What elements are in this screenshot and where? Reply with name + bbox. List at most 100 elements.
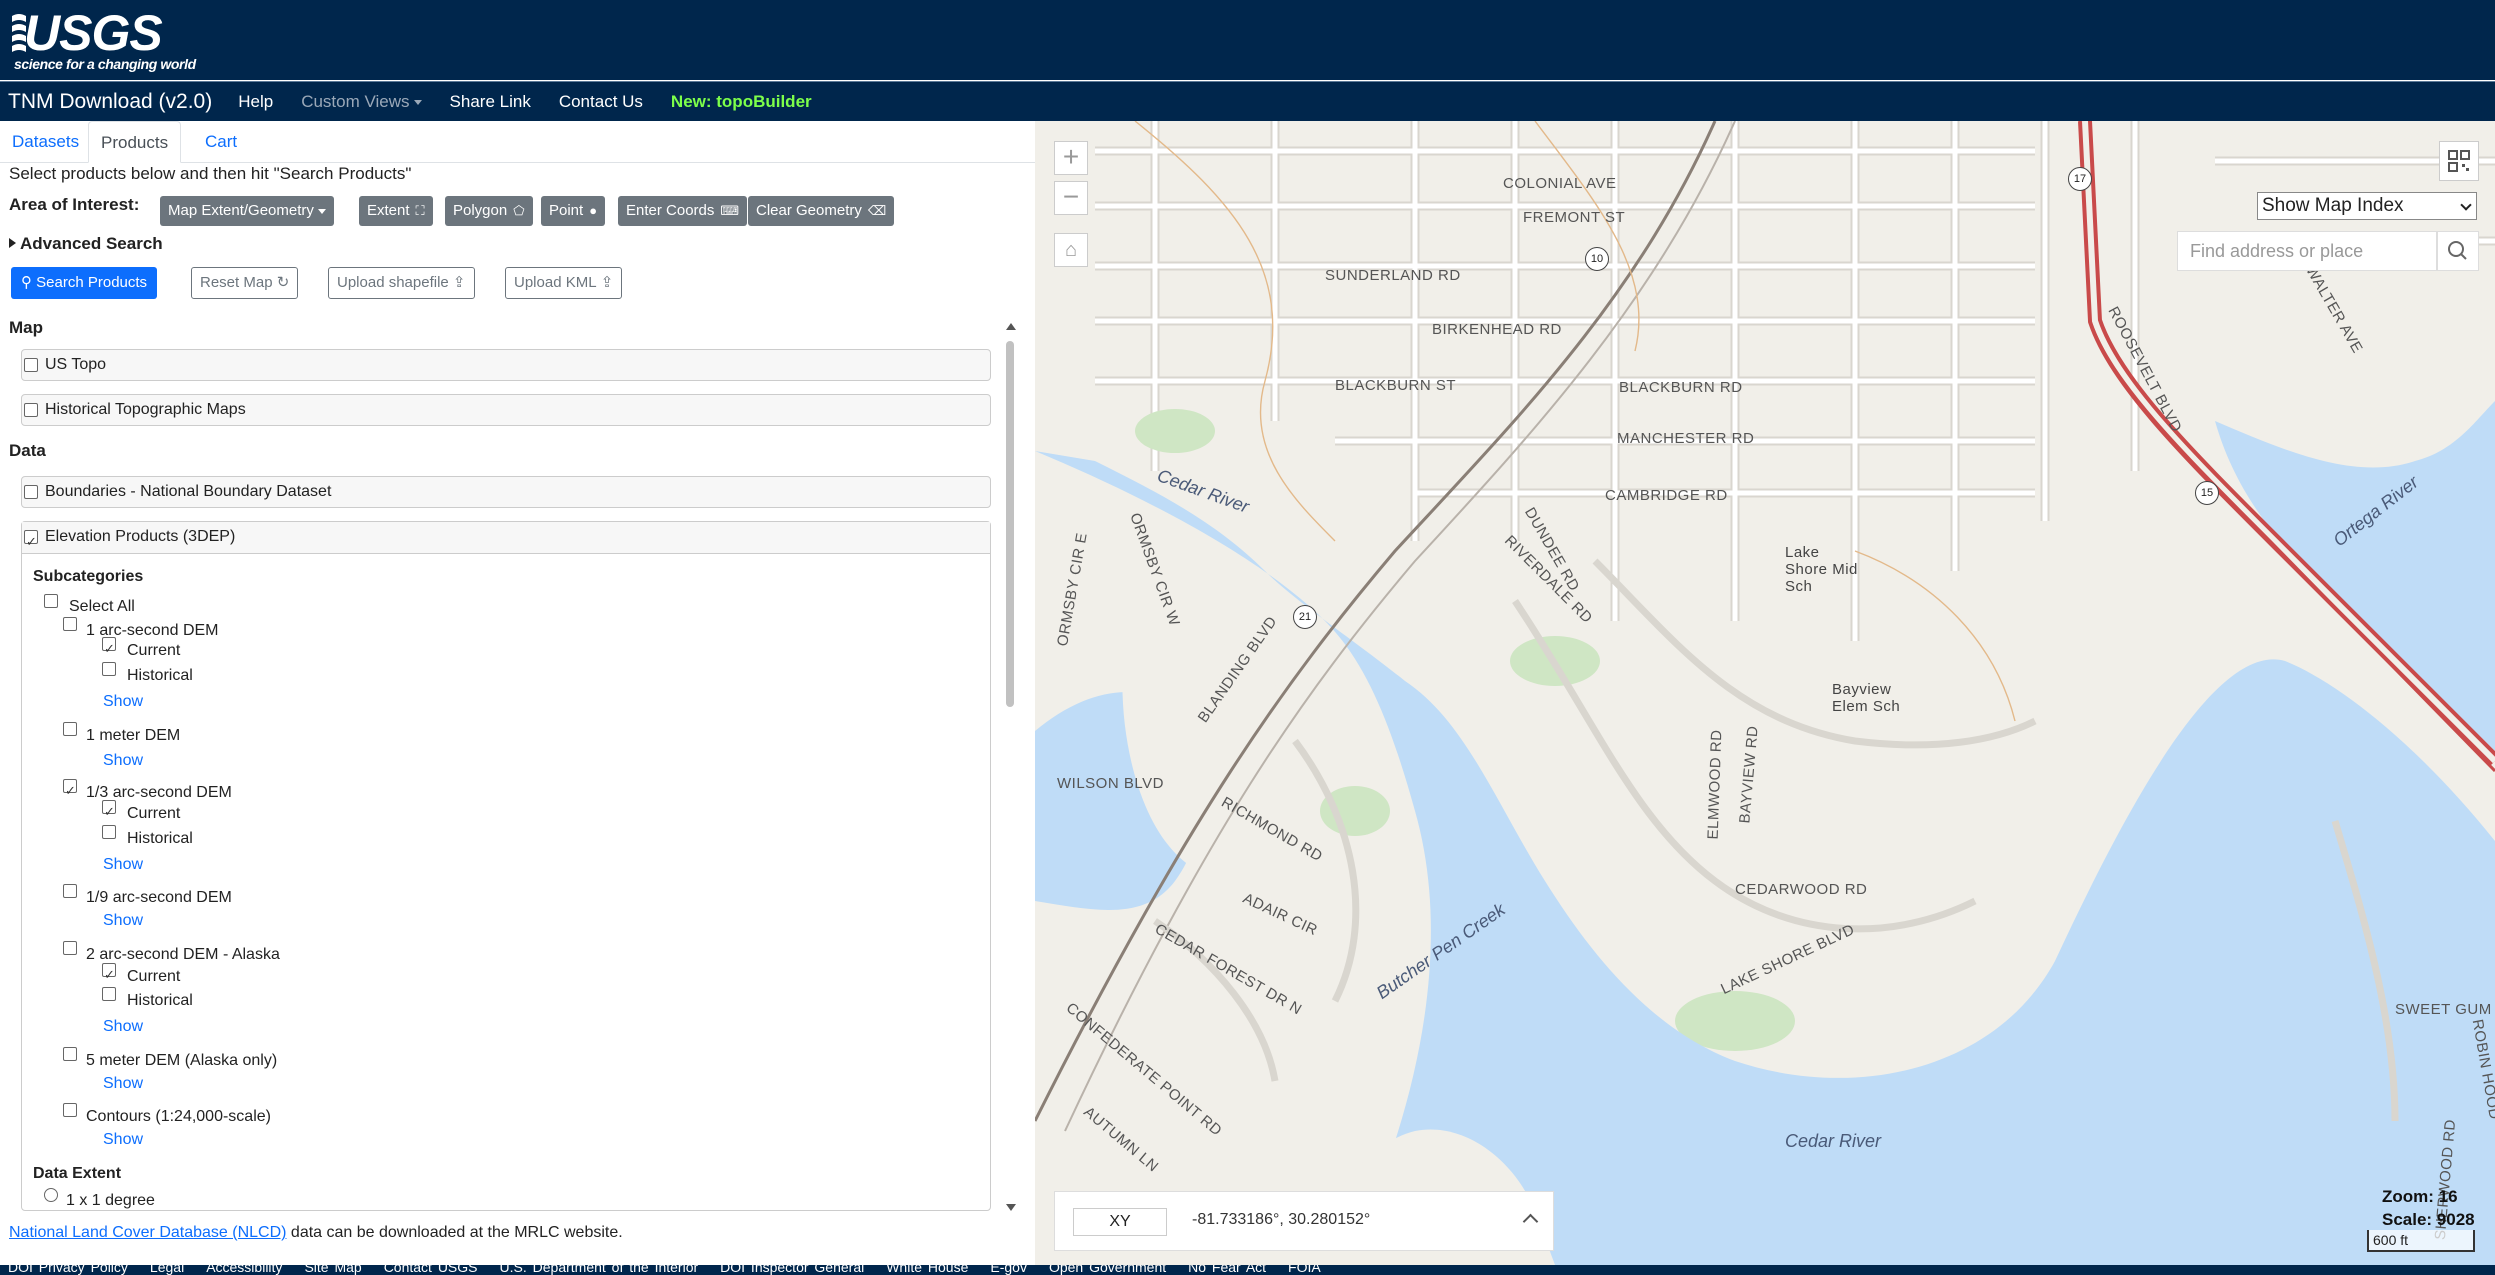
product-checkbox[interactable] [63,884,77,898]
footer-link[interactable]: U.S. Department of the Interior [500,1265,699,1275]
current-checkbox[interactable] [102,634,116,664]
caret-down-icon [317,208,326,214]
polygon-button[interactable]: Polygon ⬠ [445,196,533,226]
show-link[interactable]: Show [103,850,143,880]
show-link[interactable]: Show [103,906,143,936]
advanced-search-label: Advanced Search [20,234,163,253]
zoom-in-button[interactable]: + [1054,141,1088,175]
aoi-dropdown[interactable]: Map Extent/Geometry [160,196,334,226]
footer-link[interactable]: DOI Inspector General [720,1265,864,1275]
enter-coords-button[interactable]: Enter Coords ⌨ [618,196,748,226]
site-header: USGS science for a changing world [0,0,2495,80]
eraser-icon: ⌫ [867,203,887,218]
usgs-logo[interactable]: USGS science for a changing world [12,5,196,72]
elevation-checkbox[interactable] [24,527,38,557]
street-label: COLONIAL AVE [1503,175,1617,192]
address-search-input[interactable]: Find address or place [2177,231,2437,271]
tab-products[interactable]: Products [88,121,182,163]
dataset-us-topo[interactable]: US Topo [21,349,991,381]
dataset-historical-topo[interactable]: Historical Topographic Maps [21,394,991,426]
search-products-button[interactable]: ⚲ Search Products [11,267,158,299]
street-label: BLACKBURN ST [1335,377,1457,394]
nav-topobuilder[interactable]: New: topoBuilder [671,92,812,112]
qr-code-button[interactable] [2439,141,2479,181]
dataset-list[interactable]: Map US Topo Historical Topographic Maps … [0,315,1035,1215]
footer-link[interactable]: DOI Privacy Policy [8,1265,128,1275]
map-index-select[interactable]: Show Map Index [2257,192,2477,220]
caret-right-icon [9,238,16,248]
zoom-out-button[interactable]: − [1054,181,1088,215]
nav-custom-views-label: Custom Views [301,91,410,111]
product-checkbox[interactable] [63,617,77,631]
reset-map-button[interactable]: Reset Map ↻ [191,267,299,299]
historical-checkbox[interactable] [102,662,116,676]
footer-link[interactable]: Contact USGS [384,1265,478,1275]
nav-help[interactable]: Help [238,92,273,112]
app-title[interactable]: TNM Download (v2.0) [8,90,212,114]
dataset-boundaries[interactable]: Boundaries - National Boundary Dataset [21,476,991,508]
nav-custom-views[interactable]: Custom Views [301,91,422,112]
scroll-up-icon[interactable] [1006,323,1016,330]
footer-link[interactable]: E-gov [990,1265,1027,1275]
footer-link[interactable]: No Fear Act [1188,1265,1266,1275]
instructions: Select products below and then hit "Sear… [9,164,412,183]
elevation-header[interactable]: Elevation Products (3DEP) [22,522,990,557]
current-checkbox[interactable] [102,960,116,990]
zoom-scale-readout: Zoom: 16 Scale: 9028 [2382,1185,2475,1231]
historical-checkbox[interactable] [102,987,116,1001]
product-checkbox[interactable] [63,1047,77,1061]
show-link[interactable]: Show [103,1125,143,1155]
tab-datasets[interactable]: Datasets [0,121,91,163]
logo-tagline: science for a changing world [14,56,196,72]
show-link[interactable]: Show [103,1069,143,1099]
product-checkbox[interactable] [63,722,77,736]
advanced-search-toggle[interactable]: Advanced Search [9,234,163,254]
extent-radio[interactable] [44,1188,58,1202]
footer-link[interactable]: Legal [150,1265,184,1275]
upload-shapefile-label: Upload shapefile [337,274,449,291]
scroll-thumb[interactable] [1006,341,1014,707]
us-topo-checkbox[interactable] [24,358,38,372]
left-panel: Datasets Products Cart Select products b… [0,121,1035,1266]
map-view[interactable]: COLONIAL AVE FREMONT ST SUNDERLAND RD BI… [1035,121,2495,1265]
polygon-icon: ⬠ [513,203,525,218]
footer-link[interactable]: Open Government [1049,1265,1166,1275]
product-checkbox[interactable] [63,776,77,806]
upload-shapefile-button[interactable]: Upload shapefile ⇪ [328,267,475,299]
clear-geometry-button[interactable]: Clear Geometry ⌫ [748,196,895,226]
select-all-checkbox[interactable] [44,594,58,608]
historical-checkbox[interactable] [102,825,116,839]
chevron-up-icon[interactable] [1522,1213,1539,1230]
show-link[interactable]: Show [103,1012,143,1042]
qr-icon [2448,150,2470,172]
nav-contact-us[interactable]: Contact Us [559,92,643,112]
point-button[interactable]: Point ● [541,196,606,226]
extent-icon: ⛶ [415,203,425,218]
footer-link[interactable]: White House [886,1265,968,1275]
footer-link[interactable]: Site Map [304,1265,361,1275]
section-data: Data [9,441,46,460]
scale-bar: 600 ft [2367,1230,2475,1252]
extent-button[interactable]: Extent ⛶ [359,196,433,226]
tab-cart[interactable]: Cart [193,121,249,163]
historical-topo-checkbox[interactable] [24,403,38,417]
street-label: SWEET GUM LN [2395,1001,2495,1018]
product-checkbox[interactable] [63,941,77,955]
nlcd-link[interactable]: National Land Cover Database (NLCD) [9,1224,286,1241]
show-link[interactable]: Show [103,687,143,717]
clear-geometry-label: Clear Geometry [756,202,862,219]
product-checkbox[interactable] [63,1103,77,1117]
boundaries-checkbox[interactable] [24,485,38,499]
footer-link[interactable]: Accessibility [206,1265,282,1275]
scroll-down-icon[interactable] [1006,1204,1016,1211]
footer-link[interactable]: FOIA [1288,1265,1321,1275]
upload-kml-button[interactable]: Upload KML ⇪ [505,267,623,299]
show-link[interactable]: Show [103,746,143,776]
coord-mode-select[interactable]: XY [1073,1208,1167,1236]
list-scrollbar[interactable] [1003,319,1017,1215]
current-checkbox[interactable] [102,797,116,827]
address-search-button[interactable] [2437,231,2479,271]
home-button[interactable]: ⌂ [1054,233,1088,267]
nav-share-link[interactable]: Share Link [450,92,531,112]
dataset-elevation: Elevation Products (3DEP) Subcategories … [21,521,991,1211]
